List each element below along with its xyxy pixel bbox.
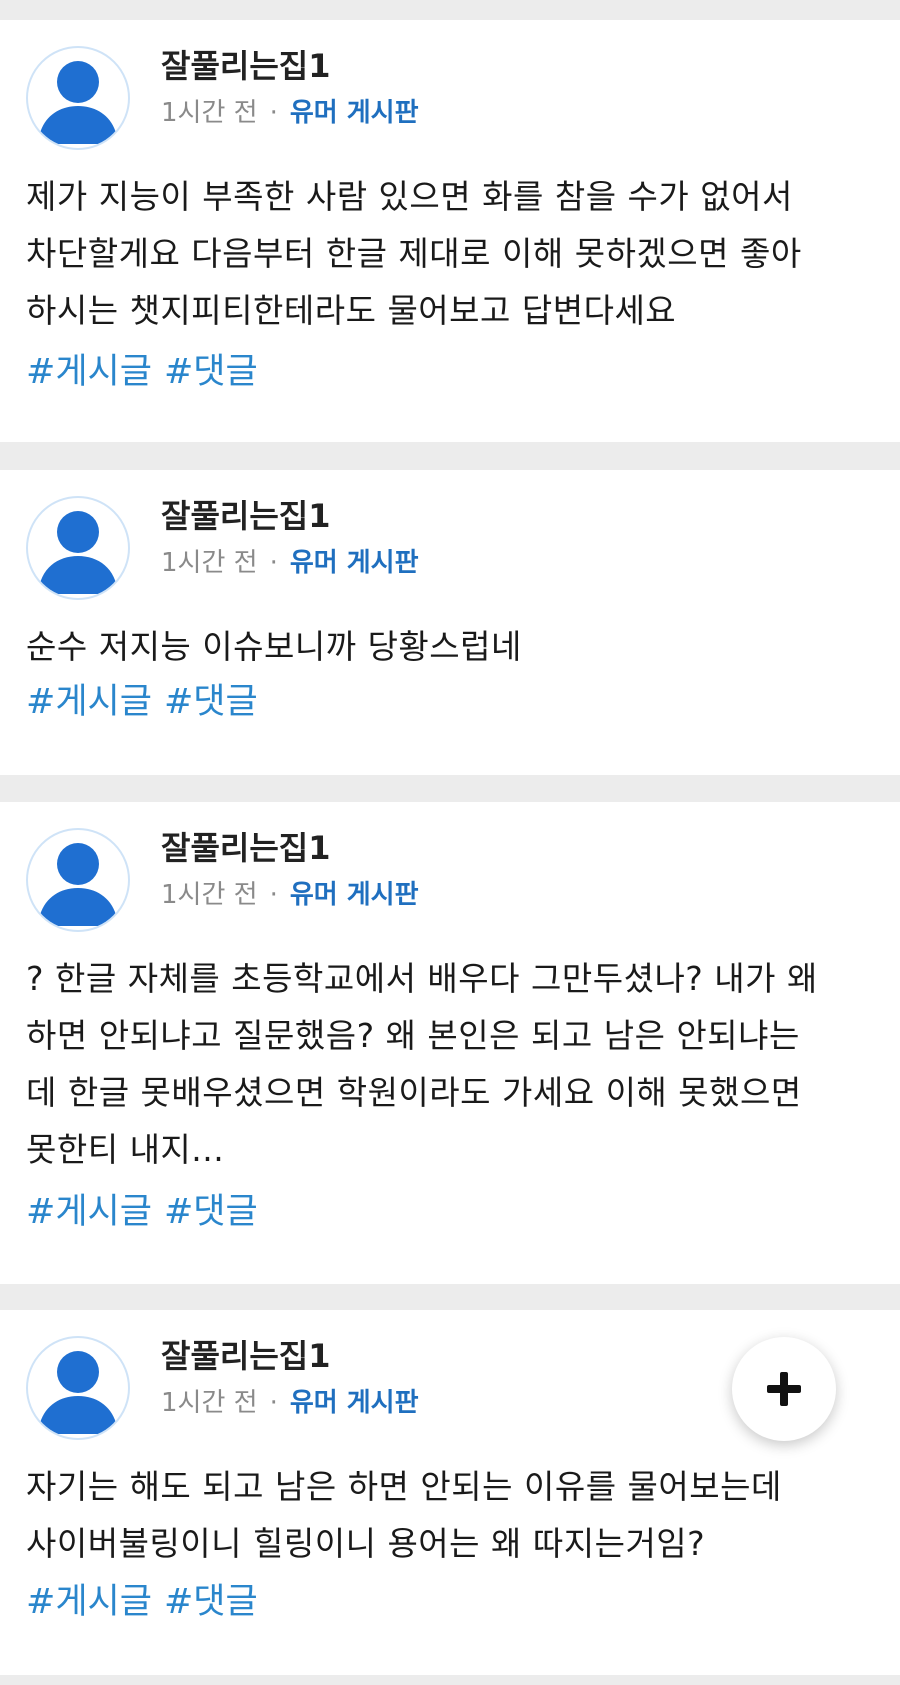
tag-list: #게시글 #댓글 [26, 680, 270, 724]
tag-post[interactable]: #게시글 [26, 682, 152, 722]
post-time: 1시간 전 [161, 548, 258, 578]
user-avatar-icon [38, 61, 118, 144]
post-time: 1시간 전 [161, 1388, 258, 1418]
post-body[interactable]: ? 한글 자체를 초등학교에서 배우다 그만두셨나? 내가 왜 하면 안되냐고 … [26, 950, 876, 1178]
board-link[interactable]: 유머 게시판 [290, 548, 419, 578]
user-avatar-icon [38, 1351, 118, 1434]
post-body[interactable]: 제가 지능이 부족한 사람 있으면 화를 참을 수가 없어서 차단할게요 다음부… [26, 168, 876, 339]
author-name[interactable]: 잘풀리는집1 [161, 46, 330, 86]
tag-comment[interactable]: #댓글 [164, 352, 258, 392]
new-post-button[interactable] [732, 1337, 836, 1441]
author-name[interactable]: 잘풀리는집1 [161, 828, 330, 868]
meta-separator: · [269, 1388, 278, 1418]
post-card[interactable]: 잘풀리는집1 1시간 전 · 유머 게시판 순수 저지능 이슈보니까 당황스럽네 #… [0, 470, 900, 775]
post-body[interactable]: 순수 저지능 이슈보니까 당황스럽네 [26, 618, 876, 675]
tag-list: #게시글 #댓글 [26, 350, 270, 394]
author-name[interactable]: 잘풀리는집1 [161, 1336, 330, 1376]
avatar[interactable] [26, 1336, 130, 1440]
board-link[interactable]: 유머 게시판 [290, 98, 419, 128]
meta-separator: · [269, 880, 278, 910]
post-body-line: 자기는 해도 되고 남은 하면 안되는 이유를 물어보는데 [26, 1467, 782, 1506]
tag-list: #게시글 #댓글 [26, 1190, 270, 1234]
meta-separator: · [269, 548, 278, 578]
post-body-line: 하시는 챗지피티한테라도 물어보고 답변다세요 [26, 291, 677, 330]
avatar[interactable] [26, 828, 130, 932]
user-avatar-icon [38, 843, 118, 926]
avatar[interactable] [26, 46, 130, 150]
tag-comment[interactable]: #댓글 [164, 682, 258, 722]
post-card[interactable]: 잘풀리는집1 1시간 전 · 유머 게시판 제가 지능이 부족한 사람 있으면 화를… [0, 20, 900, 442]
post-body-line: 못한티 내지... [26, 1130, 225, 1169]
post-body-line: 사이버불링이니 힐링이니 용어는 왜 따지는거임? [26, 1524, 706, 1563]
post-card[interactable]: 잘풀리는집1 1시간 전 · 유머 게시판 ? 한글 자체를 초등학교에서 배우다 … [0, 802, 900, 1284]
post-body-line: 차단할게요 다음부터 한글 제대로 이해 못하겠으면 좋아 [26, 234, 802, 273]
post-meta: 1시간 전 · 유머 게시판 [161, 1385, 419, 1421]
post-body-line: 제가 지능이 부족한 사람 있으면 화를 참을 수가 없어서 [26, 177, 793, 216]
post-time: 1시간 전 [161, 98, 258, 128]
post-body-line: 데 한글 못배우셨으면 학원이라도 가세요 이해 못했으면 [26, 1073, 802, 1112]
post-time: 1시간 전 [161, 880, 258, 910]
board-link[interactable]: 유머 게시판 [290, 880, 419, 910]
tag-comment[interactable]: #댓글 [164, 1582, 258, 1622]
post-body[interactable]: 자기는 해도 되고 남은 하면 안되는 이유를 물어보는데 사이버불링이니 힐링… [26, 1458, 876, 1572]
tag-comment[interactable]: #댓글 [164, 1192, 258, 1232]
tag-post[interactable]: #게시글 [26, 352, 152, 392]
post-body-line: 하면 안되냐고 질문했음? 왜 본인은 되고 남은 안되냐는 [26, 1016, 800, 1055]
plus-icon [767, 1372, 801, 1406]
user-avatar-icon [38, 511, 118, 594]
post-meta: 1시간 전 · 유머 게시판 [161, 95, 419, 131]
tag-post[interactable]: #게시글 [26, 1192, 152, 1232]
post-meta: 1시간 전 · 유머 게시판 [161, 877, 419, 913]
tag-post[interactable]: #게시글 [26, 1582, 152, 1622]
board-link[interactable]: 유머 게시판 [290, 1388, 419, 1418]
meta-separator: · [269, 98, 278, 128]
tag-list: #게시글 #댓글 [26, 1580, 270, 1624]
avatar[interactable] [26, 496, 130, 600]
post-meta: 1시간 전 · 유머 게시판 [161, 545, 419, 581]
post-body-line: 순수 저지능 이슈보니까 당황스럽네 [26, 627, 522, 666]
author-name[interactable]: 잘풀리는집1 [161, 496, 330, 536]
post-body-line: ? 한글 자체를 초등학교에서 배우다 그만두셨나? 내가 왜 [26, 959, 818, 998]
